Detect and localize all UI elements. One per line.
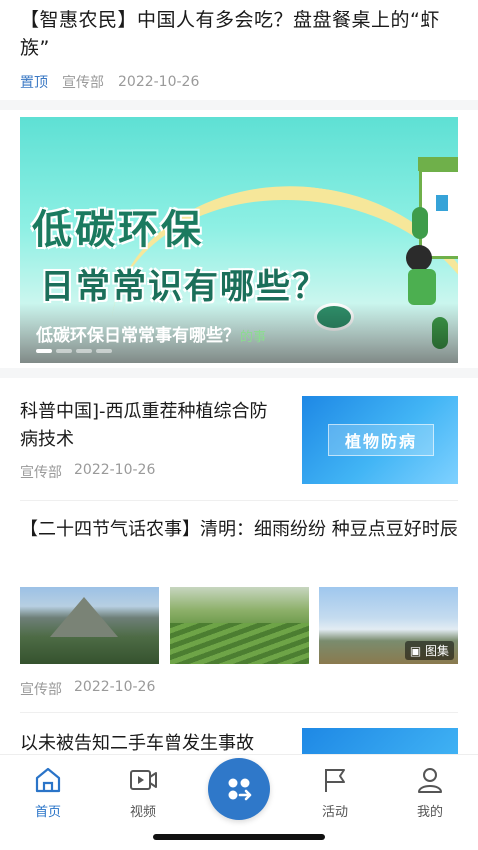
banner-carousel[interactable]: 低碳环保 日常常识有哪些？ 低碳环保日常常事有哪些？的事	[20, 117, 458, 363]
article-meta: 宣传部 2022-10-26	[20, 679, 155, 699]
tab-mine[interactable]: 我的	[400, 765, 460, 820]
tab-label: 我的	[416, 805, 443, 820]
video-icon	[130, 770, 157, 790]
carousel-dot[interactable]	[56, 349, 72, 353]
banner-caption: 低碳环保日常常事有哪些？的事	[36, 321, 266, 346]
article-meta: 宣传部 2022-10-26	[20, 462, 155, 482]
article-photo[interactable]	[170, 587, 309, 664]
article-source: 宣传部	[62, 75, 104, 91]
kid-illustration-head	[406, 245, 432, 271]
album-label: 图集	[424, 644, 449, 658]
home-icon	[35, 767, 61, 793]
section-divider	[0, 100, 478, 110]
article-source: 宣传部	[20, 682, 62, 698]
tab-label: 首页	[34, 805, 61, 820]
tea-field-rows	[170, 623, 309, 664]
tab-label: 活动	[321, 805, 348, 820]
kid-illustration-body	[408, 269, 436, 305]
article-photo[interactable]	[20, 587, 159, 664]
article-date: 2022-10-26	[74, 462, 156, 478]
tab-video[interactable]: 视频	[113, 765, 173, 820]
center-action-button[interactable]	[208, 758, 270, 820]
carousel-indicator	[36, 349, 112, 353]
flag-icon	[325, 769, 345, 792]
article-title[interactable]: 科普中国]-西瓜重茬种植综合防病技术	[20, 398, 280, 454]
banner-subheadline: 日常常识有哪些？	[40, 267, 328, 307]
carousel-dot[interactable]	[76, 349, 92, 353]
tab-label: 视频	[129, 805, 156, 820]
apps-switch-icon	[228, 778, 252, 801]
article-photo[interactable]: ▣ 图集	[319, 587, 458, 664]
carousel-dot[interactable]	[96, 349, 112, 353]
album-badge: ▣ 图集	[404, 641, 454, 660]
row-divider	[20, 500, 458, 501]
thumbnail-label: 植物防病	[328, 424, 434, 456]
article-meta: 置顶 宣传部 2022-10-26	[20, 72, 460, 92]
tab-activity[interactable]: 活动	[305, 765, 365, 820]
house-window	[436, 195, 448, 211]
plant-illustration	[412, 207, 428, 239]
mountain-peak	[50, 597, 118, 637]
pinned-badge: 置顶	[20, 75, 48, 91]
article-thumbnail[interactable]: 植物防病	[302, 396, 458, 484]
section-divider	[0, 368, 478, 378]
article-title[interactable]: 【二十四节气话农事】清明：细雨纷纷 种豆点豆好时辰	[20, 516, 460, 544]
row-divider	[20, 712, 458, 713]
image-gallery-icon: ▣	[409, 644, 422, 658]
carousel-dot[interactable]	[36, 349, 52, 353]
banner-headline: 低碳环保	[32, 207, 204, 253]
banner-caption-tail: 的事	[240, 330, 267, 345]
news-feed-page: 【智惠农民】中国人有多会吃？盘盘餐桌上的“虾族” 置顶 宣传部 2022-10-…	[0, 0, 478, 850]
user-icon	[418, 768, 442, 793]
article-card-1[interactable]: 【智惠农民】中国人有多会吃？盘盘餐桌上的“虾族” 置顶 宣传部 2022-10-…	[20, 6, 460, 92]
home-indicator[interactable]	[153, 834, 325, 840]
article-source: 宣传部	[20, 465, 62, 481]
article-title[interactable]: 【智惠农民】中国人有多会吃？盘盘餐桌上的“虾族”	[20, 6, 460, 62]
tab-home[interactable]: 首页	[18, 765, 78, 820]
banner-caption-text: 低碳环保日常常事有哪些？	[36, 326, 240, 346]
article-date: 2022-10-26	[118, 74, 200, 90]
article-date: 2022-10-26	[74, 679, 156, 695]
